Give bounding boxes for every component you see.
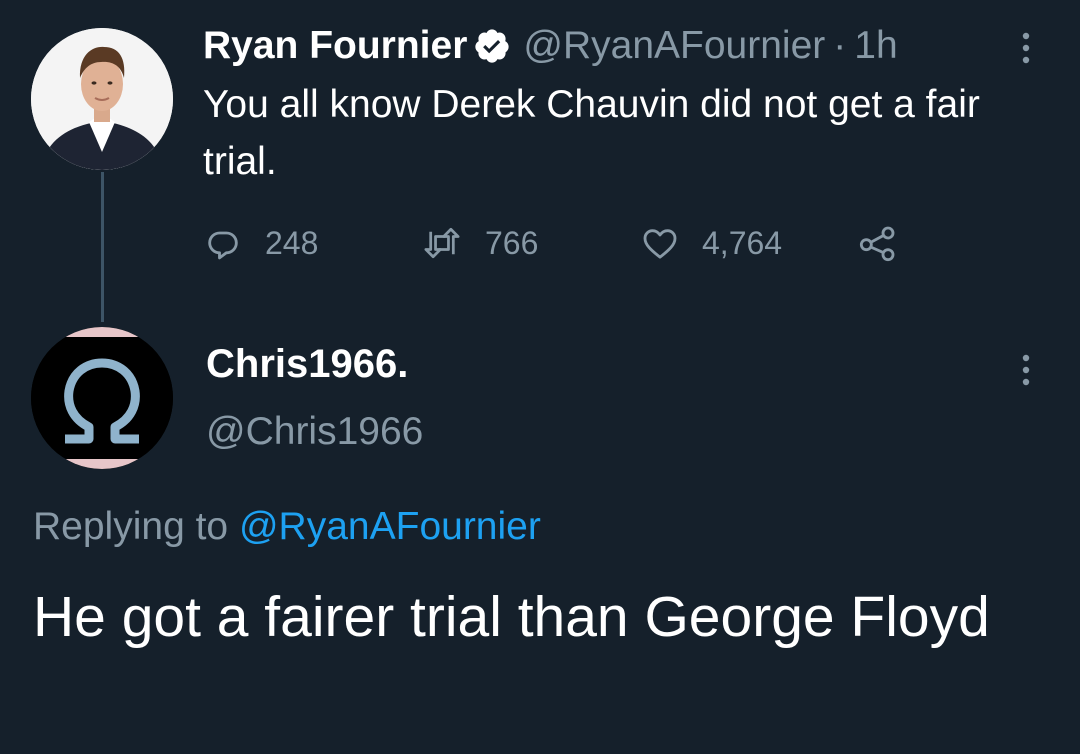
reply-button[interactable]: 248 — [203, 220, 318, 266]
tweet-action-bar: 248 766 4,764 — [203, 220, 923, 266]
separator-dot: · — [833, 24, 847, 67]
heart-icon — [640, 223, 680, 263]
reply-count: 248 — [265, 224, 319, 261]
share-button[interactable] — [857, 220, 899, 266]
retweet-button[interactable]: 766 — [421, 220, 538, 266]
thread-connector-line — [101, 172, 104, 322]
author-handle[interactable]: @RyanAFournier — [523, 24, 825, 68]
omega-logo-icon — [31, 327, 173, 469]
reply-author-name[interactable]: Chris1966. — [206, 342, 408, 387]
like-button[interactable]: 4,764 — [640, 220, 782, 266]
more-options-icon[interactable] — [1014, 28, 1038, 68]
avatar-chris1966[interactable] — [31, 327, 173, 469]
retweet-count: 766 — [485, 224, 539, 261]
reply-icon — [203, 223, 243, 263]
tweet-thread: Ryan Fournier @RyanAFournier · 1h You al… — [0, 0, 1080, 754]
replying-to-mention[interactable]: @RyanAFournier — [239, 505, 541, 548]
share-icon — [857, 223, 899, 263]
reply-author-handle[interactable]: @Chris1966 — [206, 410, 423, 454]
replying-to-line: Replying to @RyanAFournier — [33, 505, 541, 549]
replying-to-label: Replying to — [33, 505, 229, 548]
retweet-icon — [421, 223, 463, 263]
author-name[interactable]: Ryan Fournier — [203, 24, 467, 68]
verified-badge-icon — [473, 27, 511, 65]
profile-photo — [31, 28, 173, 170]
more-options-icon[interactable] — [1014, 350, 1038, 390]
tweet-timestamp[interactable]: 1h — [854, 24, 897, 68]
avatar-ryan-fournier[interactable] — [31, 28, 173, 170]
tweet-header: Ryan Fournier @RyanAFournier · 1h — [203, 22, 898, 70]
reply-tweet-text: He got a fairer trial than George Floyd — [33, 585, 990, 649]
like-count: 4,764 — [702, 224, 783, 261]
tweet-text: You all know Derek Chauvin did not get a… — [203, 83, 980, 183]
